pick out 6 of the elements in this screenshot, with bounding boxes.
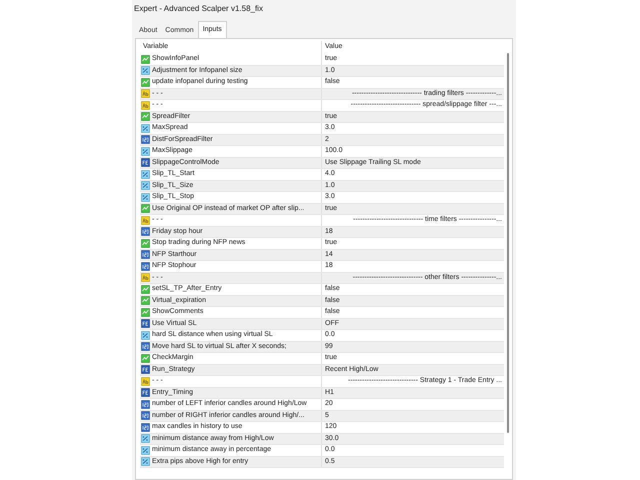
text-type-icon xyxy=(141,273,150,282)
text-type-icon xyxy=(141,216,150,225)
text-type-icon xyxy=(141,100,150,110)
text-type-icon xyxy=(141,89,150,98)
window-title: Expert - Advanced Scalper v1.58_fix xyxy=(133,3,264,15)
text-type-icon xyxy=(141,376,150,386)
